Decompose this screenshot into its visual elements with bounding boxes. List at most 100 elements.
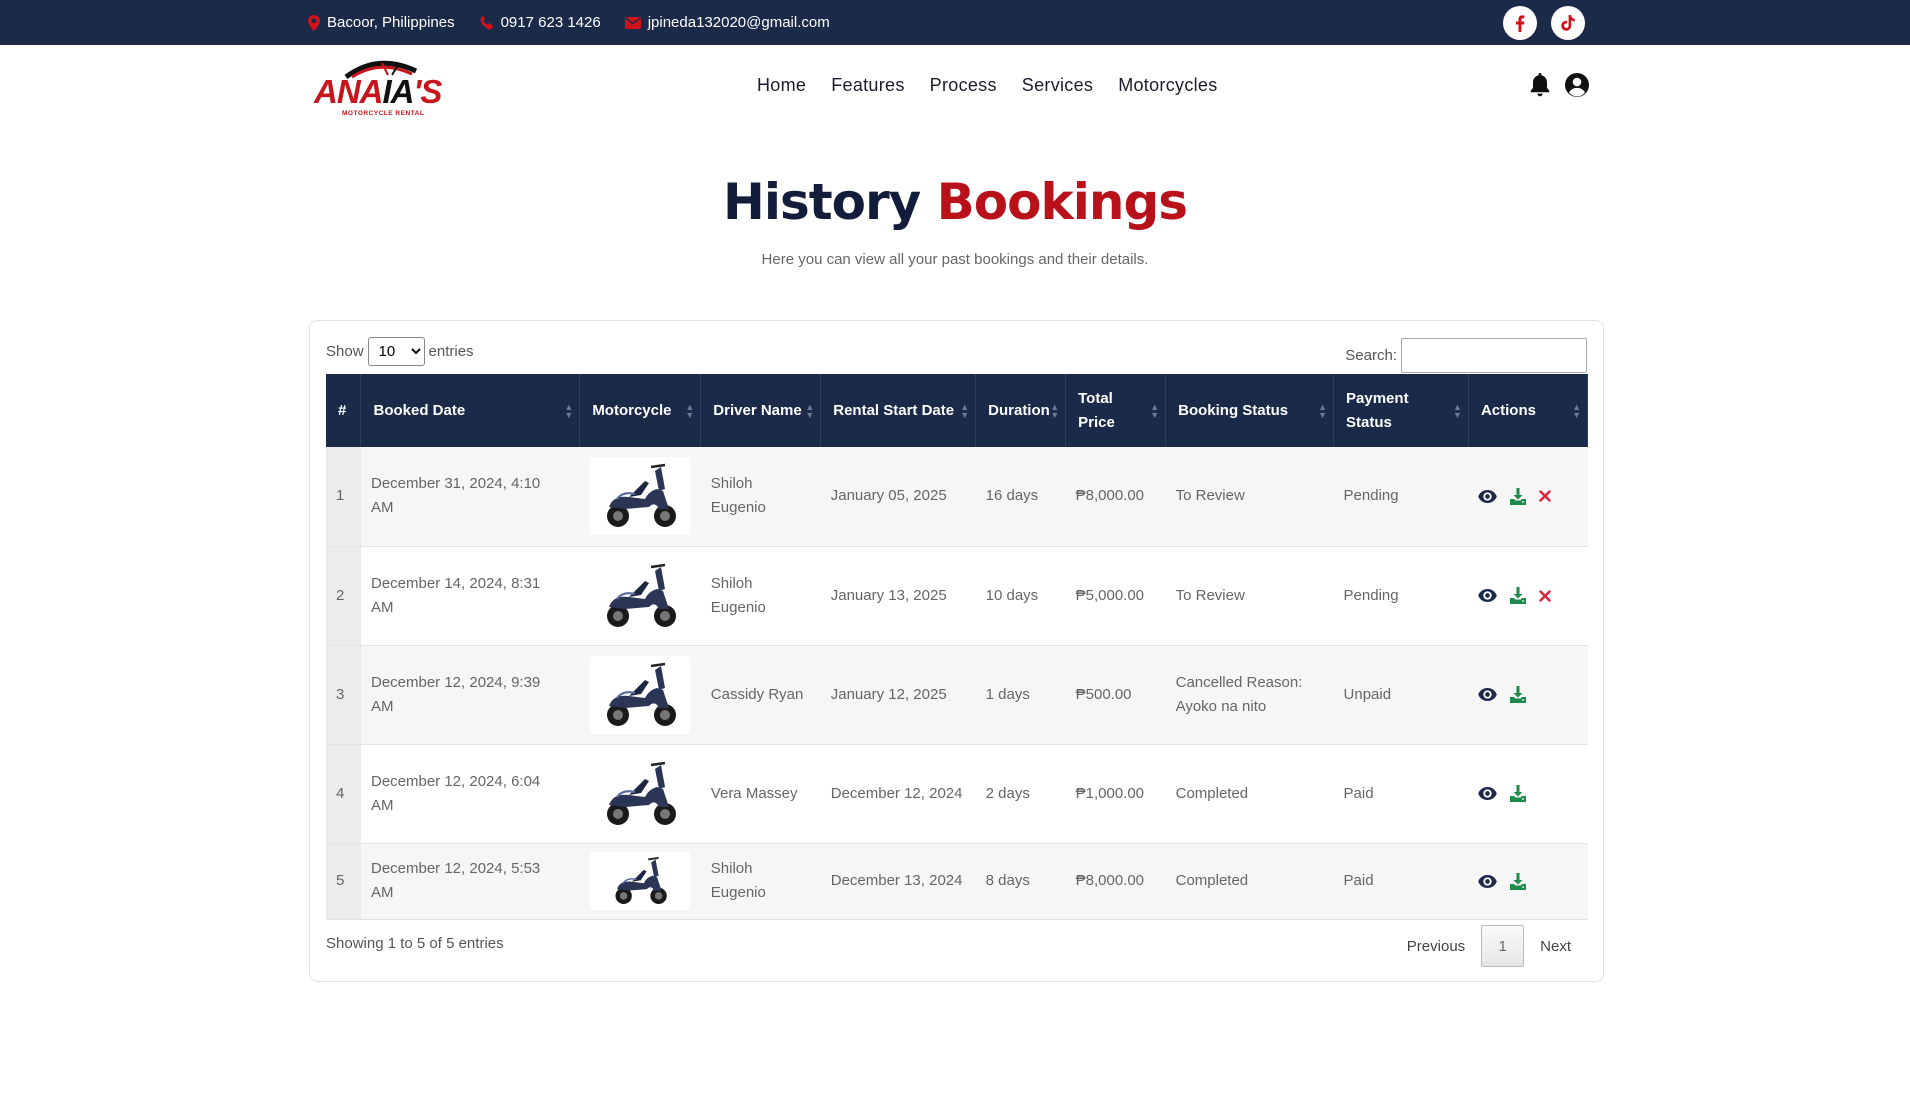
- table-row: 1 December 31, 2024, 4:10 AM Shiloh Euge…: [326, 447, 1588, 546]
- motorcycle-thumbnail: [589, 852, 690, 910]
- eye-icon[interactable]: [1478, 489, 1498, 503]
- col-header-driver-name[interactable]: Driver Name ▲ ▼: [700, 374, 822, 447]
- cell-booked-date: December 12, 2024, 9:39 AM: [370, 673, 541, 715]
- cell-motorcycle: [580, 645, 701, 744]
- table-row: 5 December 12, 2024, 5:53 AM Shiloh Euge…: [326, 843, 1588, 919]
- sort-icon: ▲ ▼: [1318, 401, 1328, 420]
- x-icon[interactable]: [1539, 490, 1552, 502]
- cell-booking-status: To Review: [1175, 586, 1245, 604]
- location-text: Bacoor, Philippines: [327, 14, 455, 31]
- col-header-booking-status[interactable]: Booking Status ▲ ▼: [1165, 374, 1335, 447]
- page-button-current[interactable]: 1: [1481, 925, 1525, 967]
- cell-driver-name: Shiloh Eugenio: [710, 860, 766, 901]
- cell-number: 2: [326, 546, 361, 645]
- eye-icon[interactable]: [1478, 874, 1498, 888]
- nav-services[interactable]: Services: [1022, 75, 1093, 96]
- tiktok-icon[interactable]: [1551, 6, 1585, 40]
- eye-icon[interactable]: [1478, 589, 1498, 602]
- download-icon[interactable]: [1510, 686, 1527, 703]
- cell-duration: 2 days: [985, 784, 1030, 802]
- bookings-table: # Booked Date ▲ ▼ Motorcycle ▲ ▼ Driver Name…: [326, 374, 1589, 920]
- location-info: Bacoor, Philippines: [308, 14, 455, 31]
- page-length-control: Show 10 25 50 100 entries: [326, 337, 474, 366]
- bookings-card: Show 10 25 50 100 entries Search: # Book…: [309, 320, 1604, 982]
- facebook-icon[interactable]: [1503, 6, 1537, 40]
- search-label: Search:: [1345, 347, 1397, 364]
- sort-icon: ▲ ▼: [564, 401, 574, 420]
- cell-total-price: ₱8,000.00: [1075, 872, 1145, 889]
- download-icon[interactable]: [1510, 487, 1527, 505]
- page-title: History Bookings: [0, 173, 1910, 231]
- user-circle-icon[interactable]: [1564, 72, 1590, 98]
- cell-rental-start: December 13, 2024: [830, 872, 963, 889]
- nav-motorcycles[interactable]: Motorcycles: [1118, 75, 1217, 96]
- motorcycle-thumbnail: [589, 556, 690, 635]
- row-actions: [1478, 487, 1577, 505]
- cell-number: 5: [326, 843, 361, 919]
- next-page-button[interactable]: Next: [1524, 938, 1587, 955]
- cell-booked-date: December 12, 2024, 5:53 AM: [370, 860, 541, 901]
- page-title-part2: Bookings: [936, 173, 1188, 231]
- cell-number: 1: [326, 447, 361, 546]
- cell-duration: 1 days: [985, 685, 1030, 703]
- col-header-duration[interactable]: Duration ▲ ▼: [975, 374, 1067, 447]
- col-header-total-price[interactable]: Total Price ▲ ▼: [1065, 374, 1167, 447]
- download-icon[interactable]: [1510, 872, 1527, 890]
- download-icon[interactable]: [1510, 587, 1527, 604]
- row-actions: [1478, 686, 1577, 703]
- entries-label: entries: [428, 343, 474, 360]
- cell-payment-status: Paid: [1343, 872, 1374, 889]
- col-header-actions[interactable]: Actions ▲ ▼: [1468, 374, 1589, 447]
- row-actions: [1478, 872, 1577, 890]
- map-pin-icon: [308, 14, 320, 31]
- email-text: jpineda132020@gmail.com: [647, 14, 830, 31]
- cell-rental-start: December 12, 2024: [830, 784, 963, 802]
- cell-number: 3: [326, 645, 361, 744]
- nav-features[interactable]: Features: [831, 75, 904, 96]
- cell-booked-date: December 31, 2024, 4:10 AM: [370, 475, 541, 517]
- cell-actions: [1468, 843, 1587, 919]
- eye-icon[interactable]: [1478, 787, 1498, 800]
- cell-motorcycle: [580, 744, 701, 843]
- bell-icon[interactable]: [1530, 73, 1550, 97]
- cell-rental-start: January 12, 2025: [830, 685, 947, 703]
- page-subtitle: Here you can view all your past bookings…: [761, 251, 1149, 268]
- phone-icon: [479, 15, 494, 30]
- eye-icon[interactable]: [1478, 688, 1498, 701]
- search-input[interactable]: [1401, 338, 1587, 373]
- previous-page-button[interactable]: Previous: [1391, 938, 1481, 955]
- page-length-select[interactable]: 10 25 50 100: [367, 337, 425, 366]
- col-header-motorcycle[interactable]: Motorcycle ▲ ▼: [579, 374, 702, 447]
- cell-payment-status: Pending: [1343, 586, 1399, 604]
- col-header-payment-status[interactable]: Payment Status ▲ ▼: [1333, 374, 1469, 447]
- cell-actions: [1468, 744, 1587, 843]
- cell-payment-status: Paid: [1343, 784, 1374, 802]
- main-navbar: ANAIA'S MOTORCYCLE RENTAL Home Features …: [0, 45, 1910, 125]
- cell-booked-date: December 12, 2024, 6:04 AM: [370, 772, 541, 814]
- brand-logo[interactable]: ANAIA'S MOTORCYCLE RENTAL: [312, 55, 452, 117]
- logo-tagline: MOTORCYCLE RENTAL: [342, 110, 425, 117]
- cell-motorcycle: [580, 447, 701, 546]
- cell-total-price: ₱1,000.00: [1075, 784, 1145, 802]
- motorcycle-thumbnail: [589, 457, 690, 536]
- pagination: Previous 1 Next: [1391, 925, 1587, 967]
- cell-motorcycle: [580, 843, 701, 919]
- cell-duration: 8 days: [985, 872, 1030, 889]
- cell-actions: [1468, 546, 1587, 645]
- nav-process[interactable]: Process: [930, 75, 997, 96]
- col-header-rental-start[interactable]: Rental Start Date ▲ ▼: [820, 374, 977, 447]
- nav-home[interactable]: Home: [757, 75, 806, 96]
- cell-driver-name: Vera Massey: [710, 784, 798, 802]
- cell-duration: 10 days: [985, 586, 1039, 604]
- top-info-bar: Bacoor, Philippines 0917 623 1426 jpined…: [0, 0, 1910, 45]
- cell-payment-status: Unpaid: [1343, 685, 1392, 703]
- download-icon[interactable]: [1510, 785, 1527, 802]
- page-title-part1: History: [722, 173, 921, 231]
- col-header-booked-date[interactable]: Booked Date ▲ ▼: [360, 374, 581, 447]
- sort-icon: ▲ ▼: [805, 401, 815, 420]
- sort-icon: ▲ ▼: [1050, 401, 1060, 420]
- x-icon[interactable]: [1539, 589, 1552, 602]
- contact-info: Bacoor, Philippines 0917 623 1426 jpined…: [308, 0, 830, 45]
- col-header-number[interactable]: #: [326, 374, 362, 447]
- social-links: [1503, 6, 1585, 40]
